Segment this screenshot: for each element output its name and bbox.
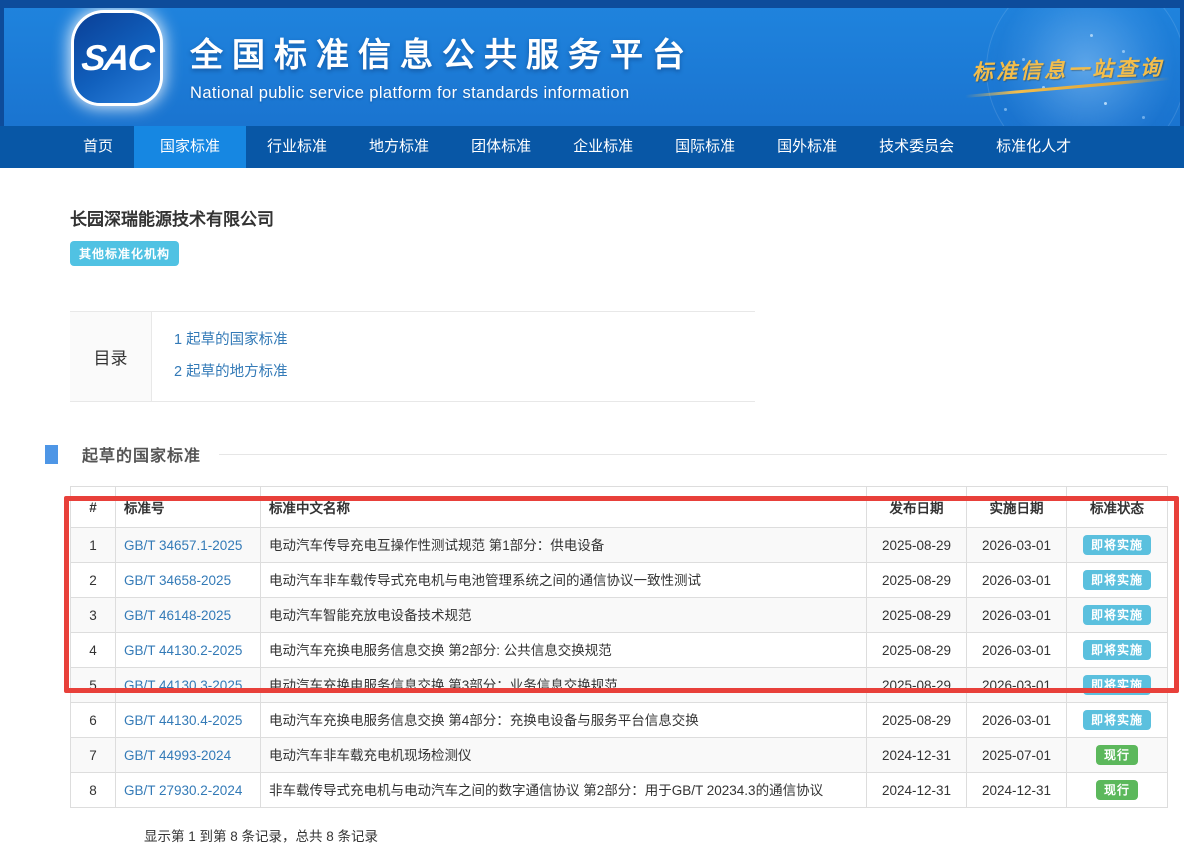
site-title: 全国标准信息公共服务平台 bbox=[190, 28, 694, 76]
table-row: 6 GB/T 44130.4-2025 电动汽车充换电服务信息交换 第4部分：充… bbox=[71, 703, 1168, 738]
section-marker-icon bbox=[45, 445, 58, 464]
table-row: 1 GB/T 34657.1-2025 电动汽车传导充电互操作性测试规范 第1部… bbox=[71, 528, 1168, 563]
nav-item-0[interactable]: 首页 bbox=[62, 126, 134, 168]
standard-code-link[interactable]: GB/T 27930.2-2024 bbox=[124, 783, 242, 798]
catalog-links: 1 起草的国家标准 2 起草的地方标准 bbox=[152, 312, 288, 401]
nav-item-9[interactable]: 标准化人才 bbox=[975, 126, 1092, 168]
status-badge: 即将实施 bbox=[1083, 710, 1151, 730]
col-header-status: 标准状态 bbox=[1067, 487, 1168, 528]
main-nav: 首页国家标准行业标准地方标准团体标准企业标准国际标准国外标准技术委员会标准化人才 bbox=[0, 126, 1184, 168]
table-header-row: # 标准号 标准中文名称 发布日期 实施日期 标准状态 bbox=[71, 487, 1168, 528]
site-subtitle: National public service platform for sta… bbox=[190, 84, 694, 103]
banner-titles: 全国标准信息公共服务平台 National public service pla… bbox=[190, 28, 694, 103]
nav-item-5[interactable]: 企业标准 bbox=[552, 126, 654, 168]
table-row: 2 GB/T 34658-2025 电动汽车非车载传导式充电机与电池管理系统之间… bbox=[71, 563, 1168, 598]
col-header-standard-name: 标准中文名称 bbox=[261, 487, 867, 528]
status-badge: 即将实施 bbox=[1083, 675, 1151, 695]
table-row: 7 GB/T 44993-2024 电动汽车非车载充电机现场检测仪 2024-1… bbox=[71, 738, 1168, 773]
table-row: 3 GB/T 46148-2025 电动汽车智能充放电设备技术规范 2025-0… bbox=[71, 598, 1168, 633]
status-badge: 现行 bbox=[1096, 745, 1138, 765]
nav-item-7[interactable]: 国外标准 bbox=[756, 126, 858, 168]
status-badge: 即将实施 bbox=[1083, 640, 1151, 660]
status-badge: 即将实施 bbox=[1083, 535, 1151, 555]
standard-code-link[interactable]: GB/T 44130.4-2025 bbox=[124, 713, 242, 728]
status-badge: 现行 bbox=[1096, 780, 1138, 800]
standard-code-link[interactable]: GB/T 44130.2-2025 bbox=[124, 643, 242, 658]
standard-code-link[interactable]: GB/T 34657.1-2025 bbox=[124, 538, 242, 553]
table-row: 4 GB/T 44130.2-2025 电动汽车充换电服务信息交换 第2部分: … bbox=[71, 633, 1168, 668]
nav-item-4[interactable]: 团体标准 bbox=[450, 126, 552, 168]
status-badge: 即将实施 bbox=[1083, 570, 1151, 590]
nav-item-6[interactable]: 国际标准 bbox=[654, 126, 756, 168]
table-row: 5 GB/T 44130.3-2025 电动汽车充换电服务信息交换 第3部分：业… bbox=[71, 668, 1168, 703]
company-name: 长园深瑞能源技术有限公司 bbox=[70, 205, 1184, 230]
catalog-label: 目录 bbox=[70, 312, 152, 401]
col-header-implement-date: 实施日期 bbox=[967, 487, 1067, 528]
catalog-link-1[interactable]: 2 起草的地方标准 bbox=[174, 360, 288, 385]
org-type-badge: 其他标准化机构 bbox=[70, 241, 179, 266]
standard-code-link[interactable]: GB/T 46148-2025 bbox=[124, 608, 231, 623]
section-title: 起草的国家标准 bbox=[82, 442, 201, 466]
site-banner: SAC 全国标准信息公共服务平台 National public service… bbox=[0, 0, 1184, 126]
record-count-text: 显示第 1 到第 8 条记录，总共 8 条记录 bbox=[144, 825, 1167, 845]
section-header: 起草的国家标准 bbox=[45, 442, 1167, 466]
col-header-publish-date: 发布日期 bbox=[867, 487, 967, 528]
catalog-panel: 目录 1 起草的国家标准 2 起草的地方标准 bbox=[70, 311, 755, 402]
standard-code-link[interactable]: GB/T 34658-2025 bbox=[124, 573, 231, 588]
nav-item-1[interactable]: 国家标准 bbox=[134, 126, 246, 168]
col-header-index: # bbox=[71, 487, 116, 528]
sac-logo-icon: SAC bbox=[74, 13, 160, 103]
banner-inner: SAC 全国标准信息公共服务平台 National public service… bbox=[4, 8, 1180, 126]
table-row: 8 GB/T 27930.2-2024 非车载传导式充电机与电动汽车之间的数字通… bbox=[71, 773, 1168, 808]
sac-logo-text: SAC bbox=[79, 37, 155, 79]
content: 长园深瑞能源技术有限公司 其他标准化机构 目录 1 起草的国家标准 2 起草的地方… bbox=[0, 205, 1184, 845]
section-divider-line bbox=[219, 454, 1167, 455]
catalog-link-0[interactable]: 1 起草的国家标准 bbox=[174, 328, 288, 353]
status-badge: 即将实施 bbox=[1083, 605, 1151, 625]
col-header-standard-code: 标准号 bbox=[116, 487, 261, 528]
nav-item-2[interactable]: 行业标准 bbox=[246, 126, 348, 168]
standards-table-wrap: # 标准号 标准中文名称 发布日期 实施日期 标准状态 1 GB/T 34657… bbox=[70, 486, 1167, 845]
nav-item-3[interactable]: 地方标准 bbox=[348, 126, 450, 168]
standards-table: # 标准号 标准中文名称 发布日期 实施日期 标准状态 1 GB/T 34657… bbox=[70, 486, 1168, 808]
standard-code-link[interactable]: GB/T 44993-2024 bbox=[124, 748, 231, 763]
standard-code-link[interactable]: GB/T 44130.3-2025 bbox=[124, 678, 242, 693]
nav-item-8[interactable]: 技术委员会 bbox=[858, 126, 975, 168]
